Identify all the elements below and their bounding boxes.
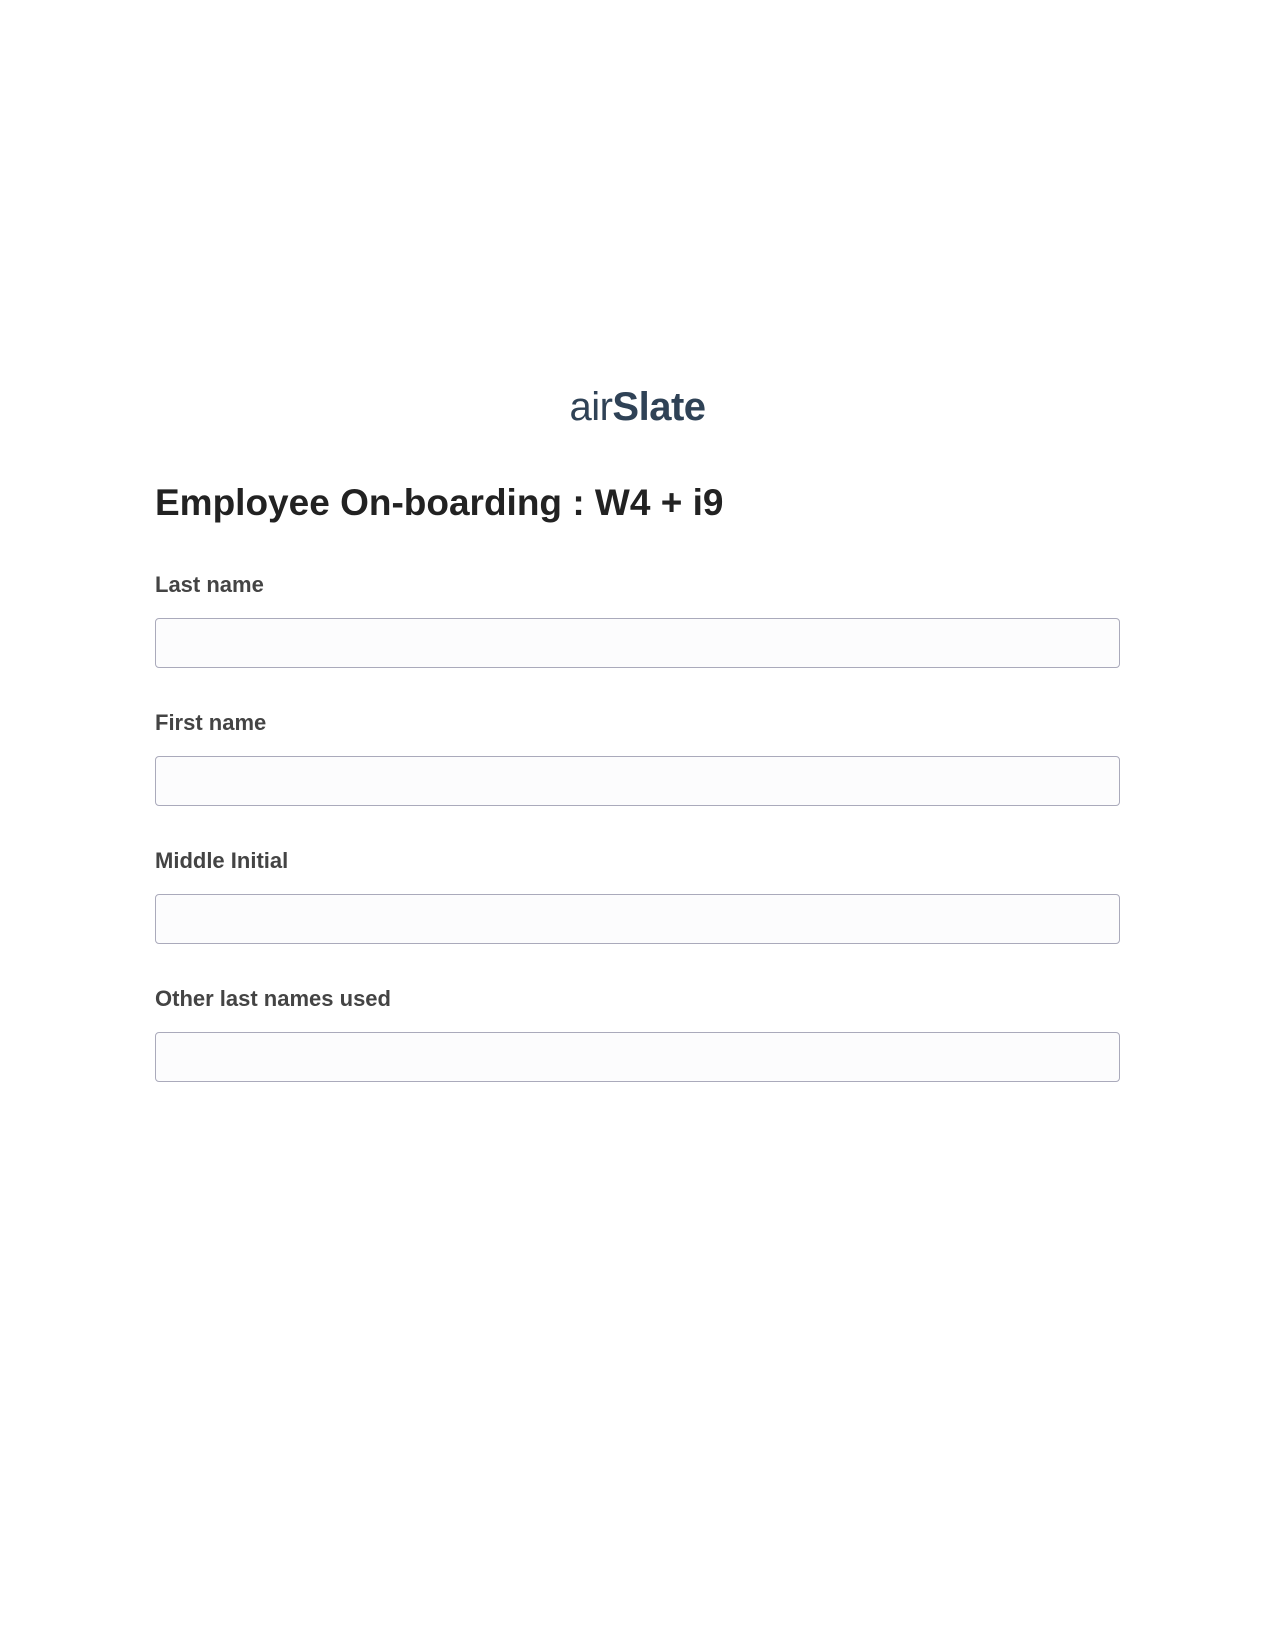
first-name-label: First name <box>155 710 1120 736</box>
brand-logo-suffix: Slate <box>612 385 705 429</box>
page-root: airSlate Employee On-boarding : W4 + i9 … <box>0 0 1275 1650</box>
last-name-label: Last name <box>155 572 1120 598</box>
middle-initial-input[interactable] <box>155 894 1120 944</box>
form-container: Employee On-boarding : W4 + i9 Last name… <box>155 482 1120 1124</box>
middle-initial-label: Middle Initial <box>155 848 1120 874</box>
other-last-names-label: Other last names used <box>155 986 1120 1012</box>
last-name-input[interactable] <box>155 618 1120 668</box>
field-group-other-last-names: Other last names used <box>155 986 1120 1082</box>
other-last-names-input[interactable] <box>155 1032 1120 1082</box>
brand-logo-prefix: air <box>569 385 612 429</box>
field-group-middle-initial: Middle Initial <box>155 848 1120 944</box>
brand-logo: airSlate <box>569 385 705 430</box>
page-title: Employee On-boarding : W4 + i9 <box>155 482 1120 524</box>
first-name-input[interactable] <box>155 756 1120 806</box>
field-group-last-name: Last name <box>155 572 1120 668</box>
field-group-first-name: First name <box>155 710 1120 806</box>
